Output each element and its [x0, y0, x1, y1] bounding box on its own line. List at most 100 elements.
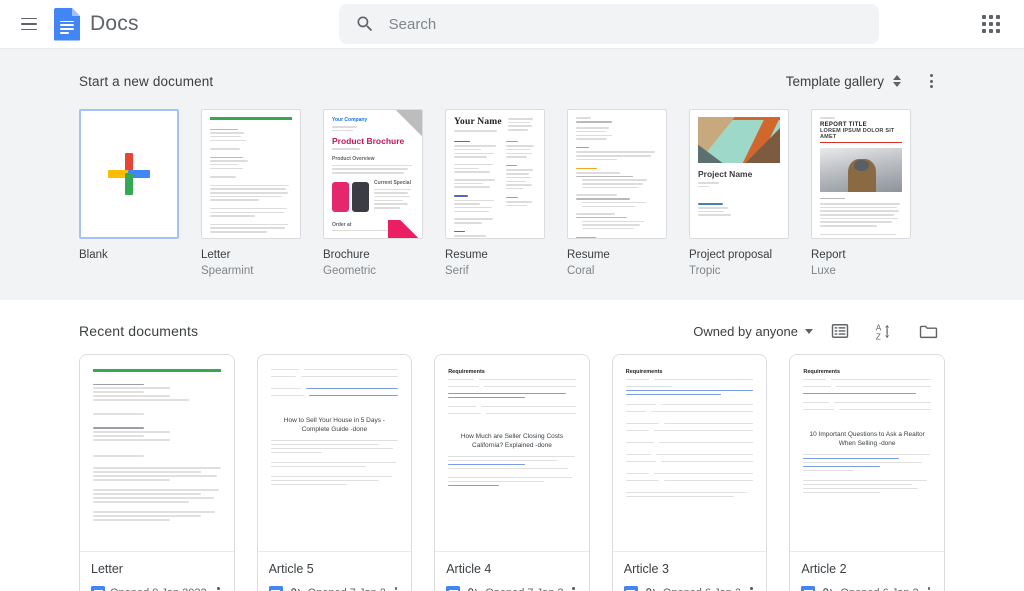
- document-more-vert-icon[interactable]: [563, 582, 585, 591]
- document-thumbnail[interactable]: Requirements How Much are Seller Closing…: [435, 355, 589, 552]
- document-footer: Article 2 Opened 6 Jan 2022: [790, 552, 944, 591]
- brochure-heading: Product Brochure: [332, 136, 414, 146]
- article-preview: Requirements How Much are Seller Closing…: [435, 355, 589, 551]
- document-more-vert-icon[interactable]: [740, 582, 762, 591]
- shared-people-icon: [820, 586, 835, 591]
- document-more-vert-icon[interactable]: [385, 582, 407, 591]
- document-thumbnail[interactable]: How to Sell Your House in 5 Days - Compl…: [258, 355, 412, 552]
- template-thumb-report[interactable]: REPORT TITLE LOREM IPSUM DOLOR SIT AMET: [811, 109, 911, 239]
- template-list: Blank: [79, 109, 945, 278]
- letter-preview: [202, 110, 300, 238]
- document-title: Article 5: [269, 561, 408, 577]
- template-style: Tropic: [689, 264, 789, 278]
- owner-filter-dropdown[interactable]: Owned by anyone: [693, 324, 813, 339]
- document-title: Article 3: [624, 561, 763, 577]
- template-thumb-resume-serif[interactable]: Your Name: [445, 109, 545, 239]
- docs-file-icon: [446, 586, 460, 591]
- template-card-resume-coral[interactable]: Resume Coral: [567, 109, 667, 278]
- docs-file-icon: [269, 586, 283, 591]
- shared-people-icon: [288, 586, 303, 591]
- svg-text:Z: Z: [875, 331, 880, 341]
- docs-file-icon: [624, 586, 638, 591]
- document-card-article-2[interactable]: Requirements 10 Important Questions to A…: [789, 354, 945, 591]
- template-card-resume-serif[interactable]: Your Name: [445, 109, 545, 278]
- recent-documents-section: Recent documents Owned by anyone: [0, 300, 1024, 591]
- document-footer: Article 5 Opened 7 Jan 2022: [258, 552, 412, 591]
- logo-lines: [60, 21, 75, 34]
- document-thumbnail[interactable]: Requirements 10 Important Questions to A…: [790, 355, 944, 552]
- document-card-letter[interactable]: Letter Opened 9 Jan 2022: [79, 354, 235, 591]
- plus-icon: [108, 153, 150, 195]
- template-card-report[interactable]: REPORT TITLE LOREM IPSUM DOLOR SIT AMET: [811, 109, 911, 278]
- article-top-heading: Requirements: [448, 369, 576, 375]
- article-preview: Requirements 10 Important Questions to A…: [790, 355, 944, 551]
- document-title: Letter: [91, 561, 230, 577]
- template-header: Start a new document Template gallery: [79, 61, 945, 101]
- brochure-phone-art: [332, 182, 369, 212]
- article-top-heading: Requirements: [803, 369, 931, 375]
- document-card-article-3[interactable]: Requirements: [612, 354, 768, 591]
- document-footer: Article 3 Opened 6 Jan 2022: [613, 552, 767, 591]
- resume-heading: Your Name: [454, 117, 503, 127]
- template-thumb-resume-coral[interactable]: [567, 109, 667, 239]
- template-thumb-brochure[interactable]: Your Company Product Brochure Product Ov…: [323, 109, 423, 239]
- report-photo: [820, 148, 902, 192]
- caret-down-icon: [805, 329, 813, 334]
- geometric-art: [698, 117, 780, 163]
- document-card-article-4[interactable]: Requirements How Much are Seller Closing…: [434, 354, 590, 591]
- apps-grid-icon[interactable]: [974, 7, 1008, 41]
- document-opened-time: Opened 7 Jan 2022: [308, 587, 386, 591]
- recent-documents-header: Recent documents Owned by anyone: [79, 308, 945, 354]
- owner-filter-label: Owned by anyone: [693, 324, 798, 339]
- brochure-bottom-shape: [388, 220, 422, 238]
- brochure-preview: Your Company Product Brochure Product Ov…: [324, 110, 422, 238]
- letter-doc-preview: [80, 355, 234, 551]
- article-preview: How to Sell Your House in 5 Days - Compl…: [258, 355, 412, 551]
- chevron-up-down-icon[interactable]: [893, 75, 901, 87]
- shared-people-icon: [465, 586, 480, 591]
- document-title: Article 4: [446, 561, 585, 577]
- hamburger-icon[interactable]: [14, 9, 44, 39]
- template-thumb-project-proposal[interactable]: Project Name: [689, 109, 789, 239]
- document-title: Article 2: [801, 561, 940, 577]
- template-name: Letter: [201, 248, 301, 262]
- template-gallery-button[interactable]: Template gallery: [786, 74, 901, 89]
- sort-az-icon[interactable]: A Z: [867, 314, 901, 348]
- document-opened-time: Opened 6 Jan 2022: [840, 587, 918, 591]
- template-style: Serif: [445, 264, 545, 278]
- google-docs-logo[interactable]: [54, 8, 80, 41]
- search-input[interactable]: [389, 16, 863, 33]
- template-card-brochure[interactable]: Your Company Product Brochure Product Ov…: [323, 109, 423, 278]
- template-card-blank[interactable]: Blank: [79, 109, 179, 278]
- resume-coral-preview: [568, 110, 666, 238]
- template-name: Blank: [79, 248, 179, 262]
- logo-fold-shape: [72, 8, 80, 17]
- template-card-letter[interactable]: Letter Spearmint: [201, 109, 301, 278]
- article-heading: How to Sell Your House in 5 Days - Compl…: [273, 416, 397, 434]
- template-gallery-label: Template gallery: [786, 74, 884, 89]
- template-thumb-letter[interactable]: [201, 109, 301, 239]
- template-name: Report: [811, 248, 911, 262]
- folder-icon[interactable]: [911, 314, 945, 348]
- template-card-project-proposal[interactable]: Project Name Project proposal Tropic: [689, 109, 789, 278]
- template-thumb-blank[interactable]: [79, 109, 179, 239]
- document-more-vert-icon[interactable]: [918, 582, 940, 591]
- list-view-icon[interactable]: [823, 314, 857, 348]
- shared-people-icon: [643, 586, 658, 591]
- project-proposal-preview: Project Name: [690, 110, 788, 238]
- template-more-vert-icon[interactable]: [917, 67, 945, 95]
- docs-file-icon: [801, 586, 815, 591]
- document-more-vert-icon[interactable]: [208, 582, 230, 591]
- template-name: Project proposal: [689, 248, 789, 262]
- template-style: Coral: [567, 264, 667, 278]
- document-thumbnail[interactable]: [80, 355, 234, 552]
- search-bar[interactable]: [339, 4, 879, 44]
- document-card-article-5[interactable]: How to Sell Your House in 5 Days - Compl…: [257, 354, 413, 591]
- document-opened-time: Opened 7 Jan 2022: [485, 587, 563, 591]
- page-title: Docs: [90, 12, 139, 36]
- top-app-bar: Docs: [0, 0, 1024, 48]
- brochure-corner-shape: [396, 110, 422, 136]
- template-section: Start a new document Template gallery: [0, 48, 1024, 300]
- document-thumbnail[interactable]: Requirements: [613, 355, 767, 552]
- resume-serif-preview: Your Name: [446, 110, 544, 238]
